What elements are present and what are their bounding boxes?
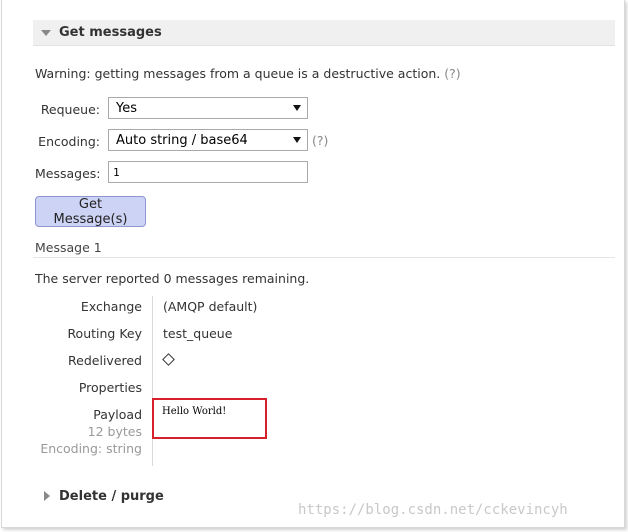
exchange-label: Exchange bbox=[80, 299, 142, 314]
encoding-label: Encoding: bbox=[38, 134, 100, 149]
expand-triangle-icon bbox=[44, 491, 50, 501]
details-divider bbox=[152, 296, 153, 466]
routing-key-value: test_queue bbox=[163, 326, 233, 341]
server-report-suffix: messages remaining. bbox=[175, 271, 310, 286]
encoding-select[interactable]: Auto string / base64 bbox=[108, 129, 308, 151]
warning-text: Warning: getting messages from a queue i… bbox=[35, 66, 441, 81]
properties-label: Properties bbox=[78, 380, 142, 395]
get-messages-title: Get messages bbox=[59, 25, 162, 40]
requeue-label: Requeue: bbox=[40, 102, 100, 117]
get-messages-button[interactable]: Get Message(s) bbox=[35, 196, 146, 227]
payload-label: Payload bbox=[93, 407, 142, 422]
server-report-prefix: The server reported bbox=[35, 271, 160, 286]
collapse-triangle-icon bbox=[41, 29, 51, 36]
messages-label: Messages: bbox=[35, 166, 101, 181]
payload-encoding: Encoding: string bbox=[40, 441, 142, 456]
warning-help-link[interactable]: (?) bbox=[444, 66, 460, 81]
server-report-line: The server reported 0 messages remaining… bbox=[35, 271, 309, 286]
routing-key-label: Routing Key bbox=[67, 326, 142, 341]
requeue-select[interactable]: Yes bbox=[108, 97, 308, 119]
encoding-help-link[interactable]: (?) bbox=[312, 133, 328, 148]
message-title: Message 1 bbox=[35, 240, 102, 255]
encoding-value: Auto string / base64 bbox=[116, 132, 248, 148]
requeue-value: Yes bbox=[116, 100, 137, 116]
payload-highlight-box bbox=[152, 398, 267, 439]
dropdown-arrow-icon bbox=[293, 105, 301, 111]
exchange-value: (AMQP default) bbox=[163, 299, 258, 314]
warning-line: Warning: getting messages from a queue i… bbox=[35, 66, 461, 81]
remaining-count: 0 bbox=[163, 271, 172, 286]
payload-value: Hello World! bbox=[162, 406, 227, 417]
payload-size: 12 bytes bbox=[87, 424, 142, 439]
divider bbox=[33, 257, 615, 258]
delete-purge-title: Delete / purge bbox=[59, 488, 164, 504]
messages-input[interactable] bbox=[108, 161, 308, 183]
get-messages-header[interactable]: Get messages bbox=[33, 20, 615, 46]
dropdown-arrow-icon bbox=[293, 137, 301, 143]
redelivered-label: Redelivered bbox=[68, 353, 142, 368]
watermark-text: https://blog.csdn.net/cckevincyh bbox=[298, 502, 568, 518]
